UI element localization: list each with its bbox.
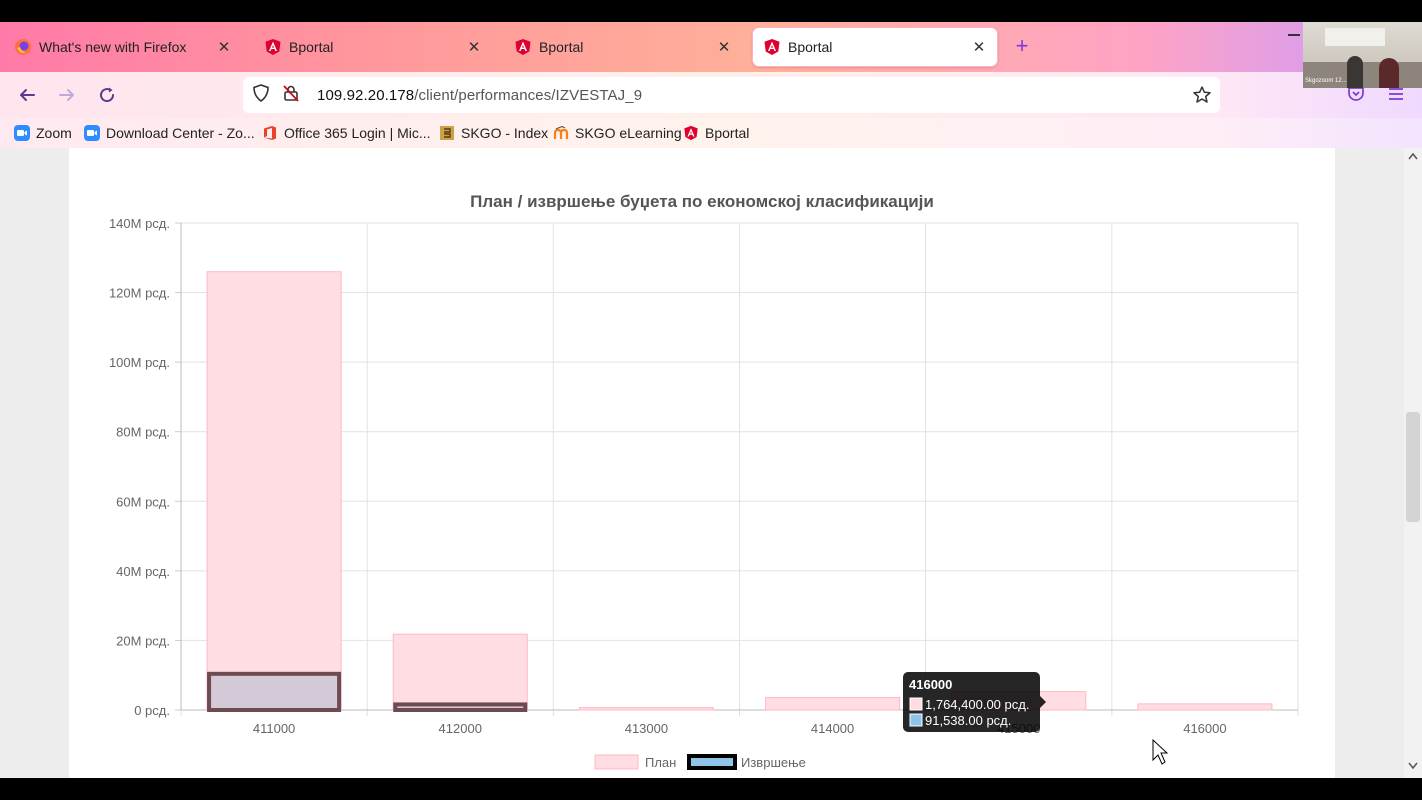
tooltip-swatch-plan <box>909 697 923 711</box>
address-bar[interactable]: 109.92.20.178/client/performances/IZVEST… <box>243 77 1220 113</box>
tab-label: Bportal <box>788 39 833 55</box>
zoom-icon <box>84 125 100 141</box>
bar-plan <box>578 707 714 711</box>
bookmark-office365[interactable]: Office 365 Login | Mic... <box>262 122 431 144</box>
legend-swatch-plan <box>594 754 639 770</box>
tab-bar: What's new with Firefox ✕ Bportal ✕ Bpor… <box>0 22 1422 72</box>
tab-bportal-1[interactable]: Bportal ✕ <box>254 28 492 66</box>
legend-label-execution: Извршење <box>741 755 806 770</box>
x-tick-label: 412000 <box>439 721 482 736</box>
skgo-icon <box>439 125 455 141</box>
angular-icon <box>264 38 282 56</box>
y-tick-label: 0 рсд. <box>134 703 170 718</box>
menu-hamburger-icon[interactable] <box>1387 86 1405 107</box>
bar-plan <box>206 271 342 711</box>
scroll-down-icon[interactable] <box>1408 762 1418 770</box>
legend-swatch-execution <box>687 754 737 770</box>
y-tick-label: 100M рсд. <box>109 355 170 370</box>
moodle-icon <box>553 125 569 141</box>
bar-execution <box>207 671 342 713</box>
chart-card: План / извршење буџета по економској кла… <box>69 148 1335 778</box>
angular-icon <box>763 38 781 56</box>
bar-plan <box>1137 703 1273 711</box>
webcam-caption: Skgozoom 12... <box>1305 78 1347 84</box>
tooltip-swatch-execution <box>909 713 923 727</box>
webcam-person <box>1379 58 1399 88</box>
url-path: /client/performances/IZVESTAJ_9 <box>414 86 643 104</box>
minimize-icon[interactable] <box>1288 34 1300 36</box>
tooltip-value-execution: 91,538.00 рсд. <box>925 713 1011 728</box>
tooltip-title: 416000 <box>909 677 952 692</box>
bar-execution <box>393 702 528 712</box>
tab-whats-new[interactable]: What's new with Firefox ✕ <box>4 28 242 66</box>
bookmark-label: Zoom <box>36 125 72 141</box>
tab-label: Bportal <box>289 39 334 55</box>
close-tab-icon[interactable]: ✕ <box>971 38 987 56</box>
office-icon <box>262 125 278 141</box>
webcam-person <box>1347 56 1363 88</box>
y-tick-label: 120M рсд. <box>109 286 170 301</box>
zoom-icon <box>14 125 30 141</box>
tooltip-value-plan: 1,764,400.00 рсд. <box>925 697 1029 712</box>
bookmark-label: SKGO - Index <box>461 125 549 141</box>
bar-plan <box>765 696 901 711</box>
x-tick-label: 413000 <box>625 721 668 736</box>
bookmark-label: SKGO eLearning <box>575 125 682 141</box>
angular-icon <box>514 38 532 56</box>
url-host: 109.92.20.178 <box>317 86 415 104</box>
x-tick-label: 414000 <box>811 721 854 736</box>
back-arrow-icon[interactable] <box>14 82 40 108</box>
webcam-banner <box>1325 28 1385 46</box>
bookmark-zoom[interactable]: Zoom <box>14 122 72 144</box>
browser-window: What's new with Firefox ✕ Bportal ✕ Bpor… <box>0 22 1422 778</box>
navigation-bar: 109.92.20.178/client/performances/IZVEST… <box>0 72 1422 118</box>
y-tick-label: 60M рсд. <box>116 494 170 509</box>
bookmark-skgo-index[interactable]: SKGO - Index <box>439 122 548 144</box>
tab-label: Bportal <box>539 39 584 55</box>
legend-label-plan: План <box>645 755 676 770</box>
reload-icon[interactable] <box>94 82 120 108</box>
bookmark-skgo-elearning[interactable]: SKGO eLearning <box>553 122 682 144</box>
y-tick-label: 40M рсд. <box>116 564 170 579</box>
bookmarks-toolbar: Zoom Download Center - Zo... Office 365 … <box>0 118 1422 149</box>
x-tick-label: 411000 <box>253 721 295 736</box>
close-tab-icon[interactable]: ✕ <box>716 38 732 56</box>
shield-icon[interactable] <box>251 83 271 108</box>
y-tick-label: 20M рсд. <box>116 633 170 648</box>
page-scrollbar[interactable] <box>1404 148 1422 778</box>
bookmark-star-icon[interactable] <box>1192 85 1212 110</box>
bookmark-label: Office 365 Login | Mic... <box>284 125 431 141</box>
insecure-lock-icon[interactable] <box>281 83 301 108</box>
angular-icon <box>683 125 699 141</box>
chart-title: План / извршење буџета по економској кла… <box>470 192 934 211</box>
tab-bportal-2[interactable]: Bportal ✕ <box>504 28 742 66</box>
close-tab-icon[interactable]: ✕ <box>466 38 482 56</box>
bookmark-label: Download Center - Zo... <box>106 125 255 141</box>
forward-arrow-icon[interactable] <box>54 82 80 108</box>
budget-bar-chart: План / извршење буџета по економској кла… <box>109 192 1299 770</box>
scrollbar-thumb[interactable] <box>1406 412 1420 522</box>
webcam-overlay: Skgozoom 12... <box>1303 22 1422 88</box>
tab-label: What's new with Firefox <box>39 39 187 55</box>
y-tick-label: 140M рсд. <box>109 216 170 231</box>
new-tab-plus-icon[interactable]: + <box>1010 34 1034 58</box>
scroll-up-icon[interactable] <box>1408 152 1418 160</box>
bar-plan <box>392 633 528 711</box>
mouse-cursor-icon <box>1152 738 1169 765</box>
close-tab-icon[interactable]: ✕ <box>216 38 232 56</box>
bookmark-label: Bportal <box>705 125 750 141</box>
url-text[interactable]: 109.92.20.178/client/performances/IZVEST… <box>317 87 642 104</box>
page-content: План / извршење буџета по економској кла… <box>0 148 1404 778</box>
bookmark-download-center[interactable]: Download Center - Zo... <box>84 122 255 144</box>
x-tick-label: 416000 <box>1183 721 1226 736</box>
firefox-icon <box>14 38 32 56</box>
bookmark-bportal[interactable]: Bportal <box>683 122 749 144</box>
tab-bportal-active[interactable]: Bportal ✕ <box>753 28 997 66</box>
y-tick-label: 80M рсд. <box>116 425 170 440</box>
